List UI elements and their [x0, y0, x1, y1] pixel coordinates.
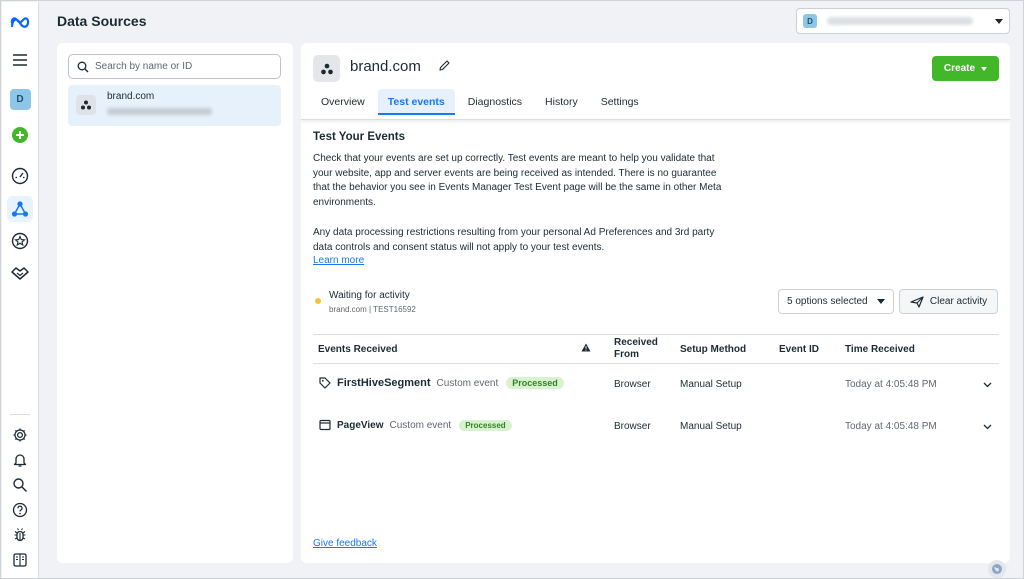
main-panel: brand.com Create Overview Test events Di… [301, 43, 1010, 563]
search-icon [77, 61, 89, 72]
setup-method-cell: Manual Setup [680, 421, 742, 432]
account-badge: D [803, 14, 817, 28]
event-name: FirstHiveSegment [337, 377, 431, 389]
restrictions-paragraph: Any data processing restrictions resulti… [313, 227, 715, 253]
received-from-cell: Browser [614, 421, 651, 432]
description-paragraph: Check that your events are set up correc… [313, 153, 722, 208]
caret-down-icon [981, 66, 988, 71]
rail-divider [10, 414, 30, 415]
pixel-icon [76, 95, 96, 115]
star-badge-icon[interactable] [7, 228, 33, 254]
time-received-cell: Today at 4:05:48 PM [845, 421, 937, 432]
chevron-down-icon[interactable] [983, 421, 992, 433]
table-row[interactable]: PageView Custom event Processed Browser … [313, 406, 999, 448]
search-box[interactable] [68, 54, 281, 79]
help-icon[interactable] [7, 497, 33, 523]
clear-activity-label: Clear activity [929, 296, 988, 307]
create-label: Create [943, 63, 976, 74]
event-type: Custom event [436, 377, 499, 389]
data-source-list-panel: brand.com [57, 43, 293, 563]
add-icon[interactable] [7, 122, 33, 148]
create-button[interactable]: Create [932, 56, 999, 81]
data-source-title: brand.com [350, 58, 421, 75]
header-event-id: Event ID [779, 344, 820, 355]
tab-diagnostics[interactable]: Diagnostics [458, 89, 532, 115]
warning-icon [581, 343, 591, 356]
tab-settings[interactable]: Settings [591, 89, 649, 115]
app-frame: D Data Sources D Search by name or ID br… [0, 0, 1024, 579]
tab-bar: Overview Test events Diagnostics History… [311, 89, 652, 119]
panel-icon[interactable] [7, 547, 33, 573]
event-type: Custom event [389, 419, 452, 431]
status-subtitle: brand.com | TEST16592 [329, 305, 416, 314]
received-from-cell: Browser [614, 379, 651, 390]
browser-window-icon [319, 419, 331, 431]
header-setup-method: Setup Method [680, 344, 747, 355]
meta-logo-icon[interactable] [7, 10, 33, 36]
event-name: PageView [337, 419, 384, 431]
events-table: Events Received Received From Setup Meth… [313, 334, 999, 448]
settings-icon[interactable] [7, 422, 33, 448]
options-dropdown[interactable]: 5 options selected [778, 289, 894, 314]
handshake-icon[interactable] [7, 260, 33, 286]
avatar[interactable]: D [7, 86, 33, 112]
data-source-item[interactable]: brand.com [68, 85, 281, 126]
notifications-icon[interactable] [7, 447, 33, 473]
setup-method-cell: Manual Setup [680, 379, 742, 390]
menu-icon[interactable] [7, 47, 33, 73]
data-sources-icon[interactable] [7, 196, 33, 222]
caret-down-icon [876, 299, 885, 304]
learn-more-link[interactable]: Learn more [313, 255, 364, 266]
table-row[interactable]: FirstHiveSegment Custom event Processed … [313, 364, 999, 406]
search-icon[interactable] [7, 472, 33, 498]
pixel-icon [313, 55, 340, 82]
data-source-name: brand.com [107, 91, 155, 102]
clear-activity-button[interactable]: Clear activity [899, 289, 998, 314]
tag-icon [319, 377, 331, 389]
left-rail: D [2, 2, 39, 578]
time-received-cell: Today at 4:05:48 PM [845, 379, 937, 390]
avatar-letter: D [9, 88, 31, 110]
status-badge: Processed [506, 377, 564, 389]
gauge-icon[interactable] [7, 163, 33, 189]
account-name-redacted [827, 17, 973, 25]
account-selector[interactable]: D [796, 8, 1010, 34]
event-cell: FirstHiveSegment Custom event Processed [319, 377, 564, 389]
tab-overview[interactable]: Overview [311, 89, 375, 115]
bug-icon[interactable] [7, 522, 33, 548]
give-feedback-link[interactable]: Give feedback [313, 538, 377, 549]
chevron-down-icon [995, 18, 1003, 24]
chevron-down-icon[interactable] [983, 379, 992, 391]
options-label: 5 options selected [787, 296, 868, 307]
status-title: Waiting for activity [329, 290, 410, 301]
page-title: Data Sources [57, 13, 147, 29]
tab-history[interactable]: History [535, 89, 588, 115]
section-title: Test Your Events [313, 131, 406, 143]
send-icon [910, 295, 924, 308]
header-time-received: Time Received [845, 344, 915, 355]
search-input[interactable] [95, 61, 265, 72]
status-badge: Processed [459, 419, 512, 431]
test-events-content: Test Your Events Check that your events … [313, 131, 1003, 432]
data-source-id-redacted [107, 108, 212, 115]
event-cell: PageView Custom event Processed [319, 419, 512, 431]
pencil-icon[interactable] [438, 59, 451, 75]
globe-icon[interactable] [988, 560, 1006, 578]
data-source-header: brand.com Create Overview Test events Di… [301, 43, 1010, 120]
tab-test-events[interactable]: Test events [377, 89, 455, 115]
status-dot [315, 298, 321, 304]
table-header: Events Received Received From Setup Meth… [313, 334, 999, 364]
header-received-from: Received From [614, 337, 658, 360]
header-events-received: Events Received [318, 344, 398, 355]
